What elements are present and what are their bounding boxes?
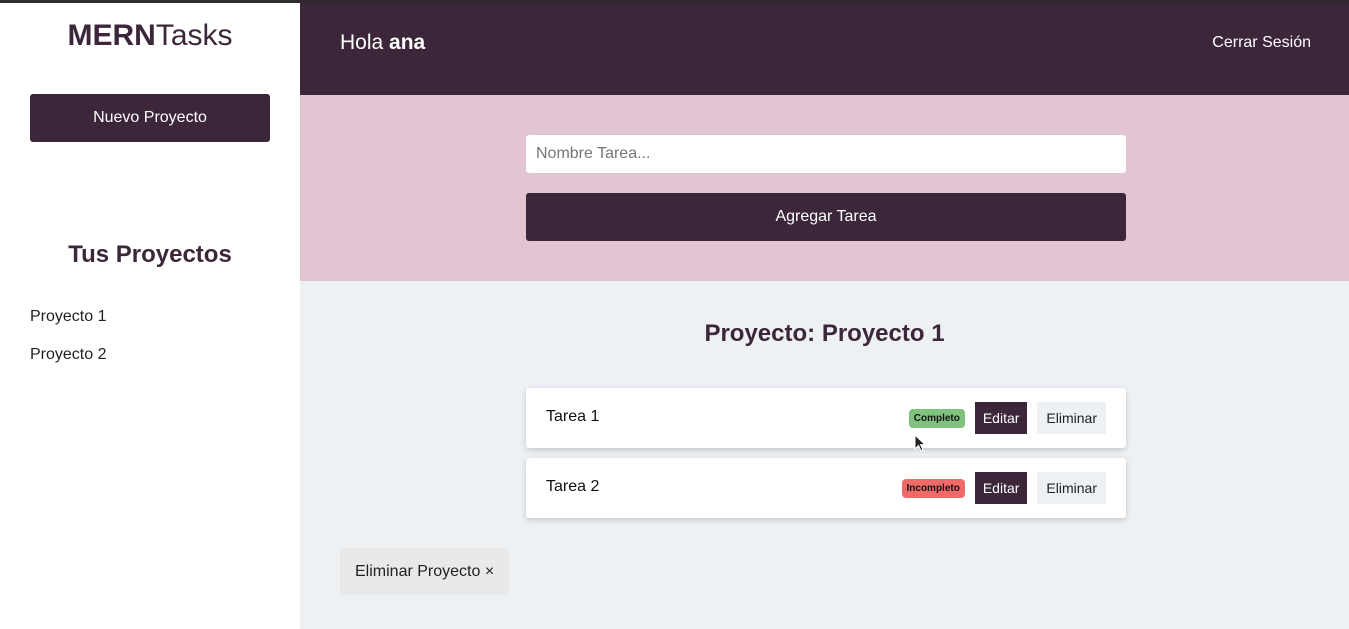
task-name: Tarea 1 xyxy=(546,408,600,425)
delete-task-button[interactable]: Eliminar xyxy=(1037,402,1106,434)
task-row: Tarea 1 Completo Editar Eliminar xyxy=(526,388,1126,448)
edit-task-button[interactable]: Editar xyxy=(974,472,1028,504)
task-name: Tarea 2 xyxy=(546,478,600,495)
new-project-button[interactable]: Nuevo Proyecto xyxy=(30,94,270,142)
delete-task-button[interactable]: Eliminar xyxy=(1037,472,1106,504)
logo-bold: MERN xyxy=(67,19,156,52)
delete-project-button[interactable]: Eliminar Proyecto × xyxy=(340,548,510,595)
app-logo: MERNTasks xyxy=(0,19,300,53)
top-bar: Hola ana Cerrar Sesión xyxy=(300,3,1349,95)
add-task-button[interactable]: Agregar Tarea xyxy=(526,193,1126,241)
status-badge-complete[interactable]: Completo xyxy=(908,408,965,428)
task-name-input[interactable] xyxy=(526,135,1126,173)
task-actions: Incompleto Editar Eliminar xyxy=(901,472,1106,504)
greeting-text: Hola xyxy=(340,31,384,54)
logo-light: Tasks xyxy=(155,19,233,52)
user-name: ana xyxy=(389,31,426,54)
task-row: Tarea 2 Incompleto Editar Eliminar xyxy=(526,458,1126,518)
task-list-section: Proyecto: Proyecto 1 Tarea 1 Completo Ed… xyxy=(300,281,1349,629)
projects-title: Tus Proyectos xyxy=(68,241,232,268)
logout-button[interactable]: Cerrar Sesión xyxy=(1212,34,1311,52)
project-item-2[interactable]: Proyecto 2 xyxy=(30,344,106,382)
sidebar: MERNTasks Nuevo Proyecto Tus Proyectos P… xyxy=(0,3,300,629)
task-actions: Completo Editar Eliminar xyxy=(908,402,1106,434)
project-item-1[interactable]: Proyecto 1 xyxy=(30,306,106,344)
edit-task-button[interactable]: Editar xyxy=(974,402,1028,434)
greeting: Hola ana xyxy=(340,31,425,55)
mouse-cursor-icon xyxy=(914,434,926,452)
project-title: Proyecto: Proyecto 1 xyxy=(704,320,945,347)
status-badge-incomplete[interactable]: Incompleto xyxy=(901,478,965,498)
project-list: Proyecto 1 Proyecto 2 xyxy=(30,306,106,382)
task-form: Agregar Tarea xyxy=(300,95,1349,281)
